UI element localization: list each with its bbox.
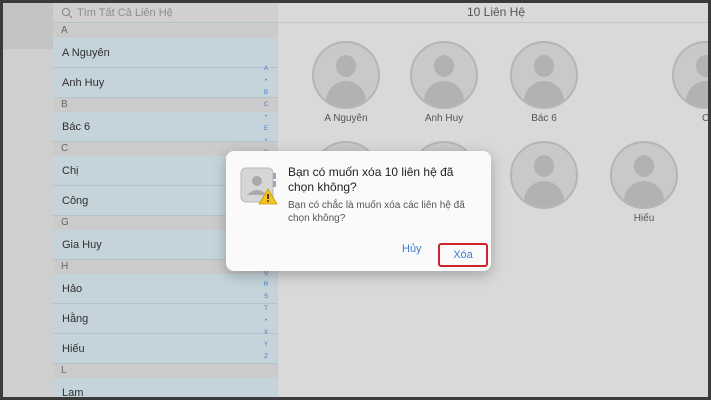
window-frame: Tìm Tất Cả Liên Hệ A A Nguyên Anh Huy B … [0,0,711,400]
contact-name: Bác 6 [531,113,557,124]
section-header: L [53,364,278,378]
section-header: B [53,98,278,112]
dialog-message: Bạn có chắc là muốn xóa các liên hệ đã c… [288,200,465,224]
avatar [510,141,578,209]
index-letter[interactable]: • [265,111,267,123]
contact-card[interactable]: Bác 6 [504,41,584,124]
dialog-title: Bạn có muốn xóa 10 liên hệ đã chọn không… [288,165,454,194]
contact-card[interactable]: Anh Huy [404,41,484,124]
delete-button[interactable]: Xóa [438,243,488,267]
index-letter[interactable]: S [264,291,268,303]
list-item[interactable]: Hiếu [53,334,278,364]
page-title: 10 Liên Hệ [466,5,526,19]
contact-name: Anh Huy [424,113,464,124]
list-item[interactable]: Hằng [53,304,278,334]
list-item[interactable]: A Nguyên [53,38,278,68]
contact-card[interactable]: A Nguyên [306,41,386,124]
contact-name: Hiếu [633,213,655,224]
delete-confirm-dialog: Bạn có muốn xóa 10 liên hệ đã chọn không… [226,151,491,271]
index-letter[interactable]: • [265,75,267,87]
contacts-warning-icon [240,167,278,205]
avatar [610,141,678,209]
index-letter[interactable]: Y [264,339,268,351]
index-letter[interactable]: X [264,327,268,339]
avatar [510,41,578,109]
index-letter[interactable]: • [265,315,267,327]
list-item[interactable]: Bác 6 [53,112,278,142]
list-item[interactable]: Anh Huy [53,68,278,98]
main-header: 10 Liên Hệ [278,3,708,23]
contact-card[interactable] [504,141,584,213]
index-letter[interactable]: R [264,279,268,291]
index-letter[interactable]: • [265,135,267,147]
section-header: A [53,24,278,38]
list-item[interactable]: Lam [53,378,278,397]
sidebar-strip [3,3,53,397]
index-letter[interactable]: B [264,87,268,99]
cancel-button[interactable]: Hủy [402,243,422,255]
contact-name: C [702,113,710,124]
avatar [410,41,478,109]
index-letter[interactable]: T [264,303,268,315]
index-letter[interactable]: A [264,63,268,75]
search-bar[interactable]: Tìm Tất Cả Liên Hệ [53,3,278,23]
list-item[interactable]: Hảo [53,274,278,304]
search-input[interactable]: Tìm Tất Cả Liên Hệ [77,7,173,19]
avatar [312,41,380,109]
index-letter[interactable]: Z [264,351,268,363]
contact-card[interactable]: Hiếu [604,141,684,224]
contact-card[interactable]: C [672,41,710,124]
contact-name: A Nguyên [324,113,368,124]
index-letter[interactable]: E [264,123,268,135]
search-icon [61,7,73,18]
avatar [672,41,708,109]
index-letter[interactable]: C [264,99,268,111]
sidebar-top-block [3,3,53,49]
